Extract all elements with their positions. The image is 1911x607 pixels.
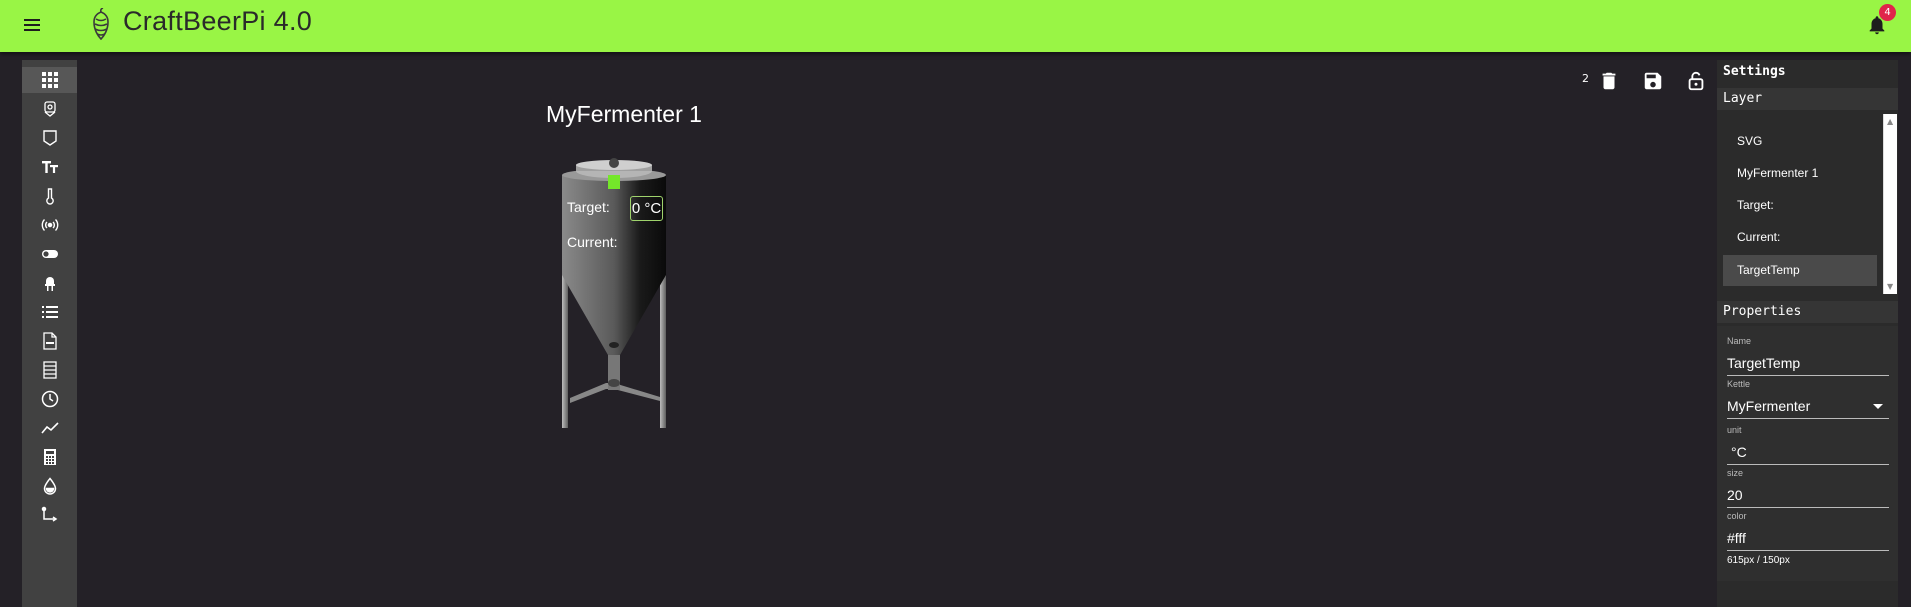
app-title: CraftBeerPi 4.0 [123,6,313,36]
layer-item[interactable]: SVG [1723,126,1877,157]
widget-toolbar [22,60,77,607]
kettle-label: Kettle [1727,379,1751,389]
name-field[interactable]: TargetTemp [1727,352,1889,376]
fermenter-icon[interactable] [22,96,77,122]
kettle-icon[interactable] [22,125,77,151]
layer-item-selected[interactable]: TargetTemp [1723,255,1877,286]
delete-icon[interactable] [1598,70,1620,92]
thermometer-icon[interactable] [22,183,77,209]
hamburger-menu-icon[interactable] [20,14,46,36]
apps-grid-icon[interactable] [22,67,77,93]
kettle-select[interactable]: MyFermenter [1727,395,1889,419]
name-label: Name [1727,336,1752,346]
layer-scrollbar[interactable]: ▲ ▼ [1883,114,1897,294]
path-icon[interactable] [22,502,77,528]
size-field[interactable]: 20 [1727,484,1889,508]
layer-item[interactable]: Current: [1723,222,1877,253]
text-icon[interactable] [22,154,77,180]
size-label: size [1727,468,1744,478]
scroll-up-icon[interactable]: ▲ [1887,117,1893,126]
scroll-down-icon[interactable]: ▼ [1887,282,1893,291]
svg-file-icon[interactable] [22,328,77,354]
settings-title: Settings [1723,64,1786,79]
layer-item[interactable]: Target: [1723,190,1877,221]
fermenter-title[interactable]: MyFermenter 1 [546,101,702,128]
clock-icon[interactable] [22,386,77,412]
dimensions-note: 615px / 150px [1727,555,1790,566]
broadcast-icon[interactable] [22,212,77,238]
layer-heading: Layer [1717,88,1898,110]
unit-field[interactable]: °C [1727,441,1889,465]
kettle-select-value: MyFermenter [1727,398,1811,414]
unlock-icon[interactable] [1685,70,1707,92]
notification-count-badge: 4 [1879,4,1896,21]
target-label[interactable]: Target: [567,199,610,215]
app-bar: CraftBeerPi 4.0 4 [0,0,1911,52]
layer-item[interactable]: MyFermenter 1 [1723,158,1877,189]
led-icon[interactable] [22,270,77,296]
save-icon[interactable] [1642,70,1664,92]
properties-heading: Properties [1717,301,1898,323]
chart-line-icon[interactable] [22,415,77,441]
toggle-icon[interactable] [22,241,77,267]
unit-label: unit [1727,425,1742,435]
calculator-icon[interactable] [22,444,77,470]
list-icon[interactable] [22,299,77,325]
dropdown-caret-icon [1873,404,1883,409]
current-label[interactable]: Current: [567,234,618,250]
color-field[interactable]: #fff [1727,527,1889,551]
hop-logo-icon [93,8,109,41]
color-label: color [1727,511,1747,521]
table-icon[interactable] [22,357,77,383]
selection-count: 2 [1582,72,1589,85]
water-drop-icon[interactable] [22,473,77,499]
target-temp-value[interactable]: 0 °C [630,196,663,221]
fermenter-graphic[interactable] [556,155,686,430]
